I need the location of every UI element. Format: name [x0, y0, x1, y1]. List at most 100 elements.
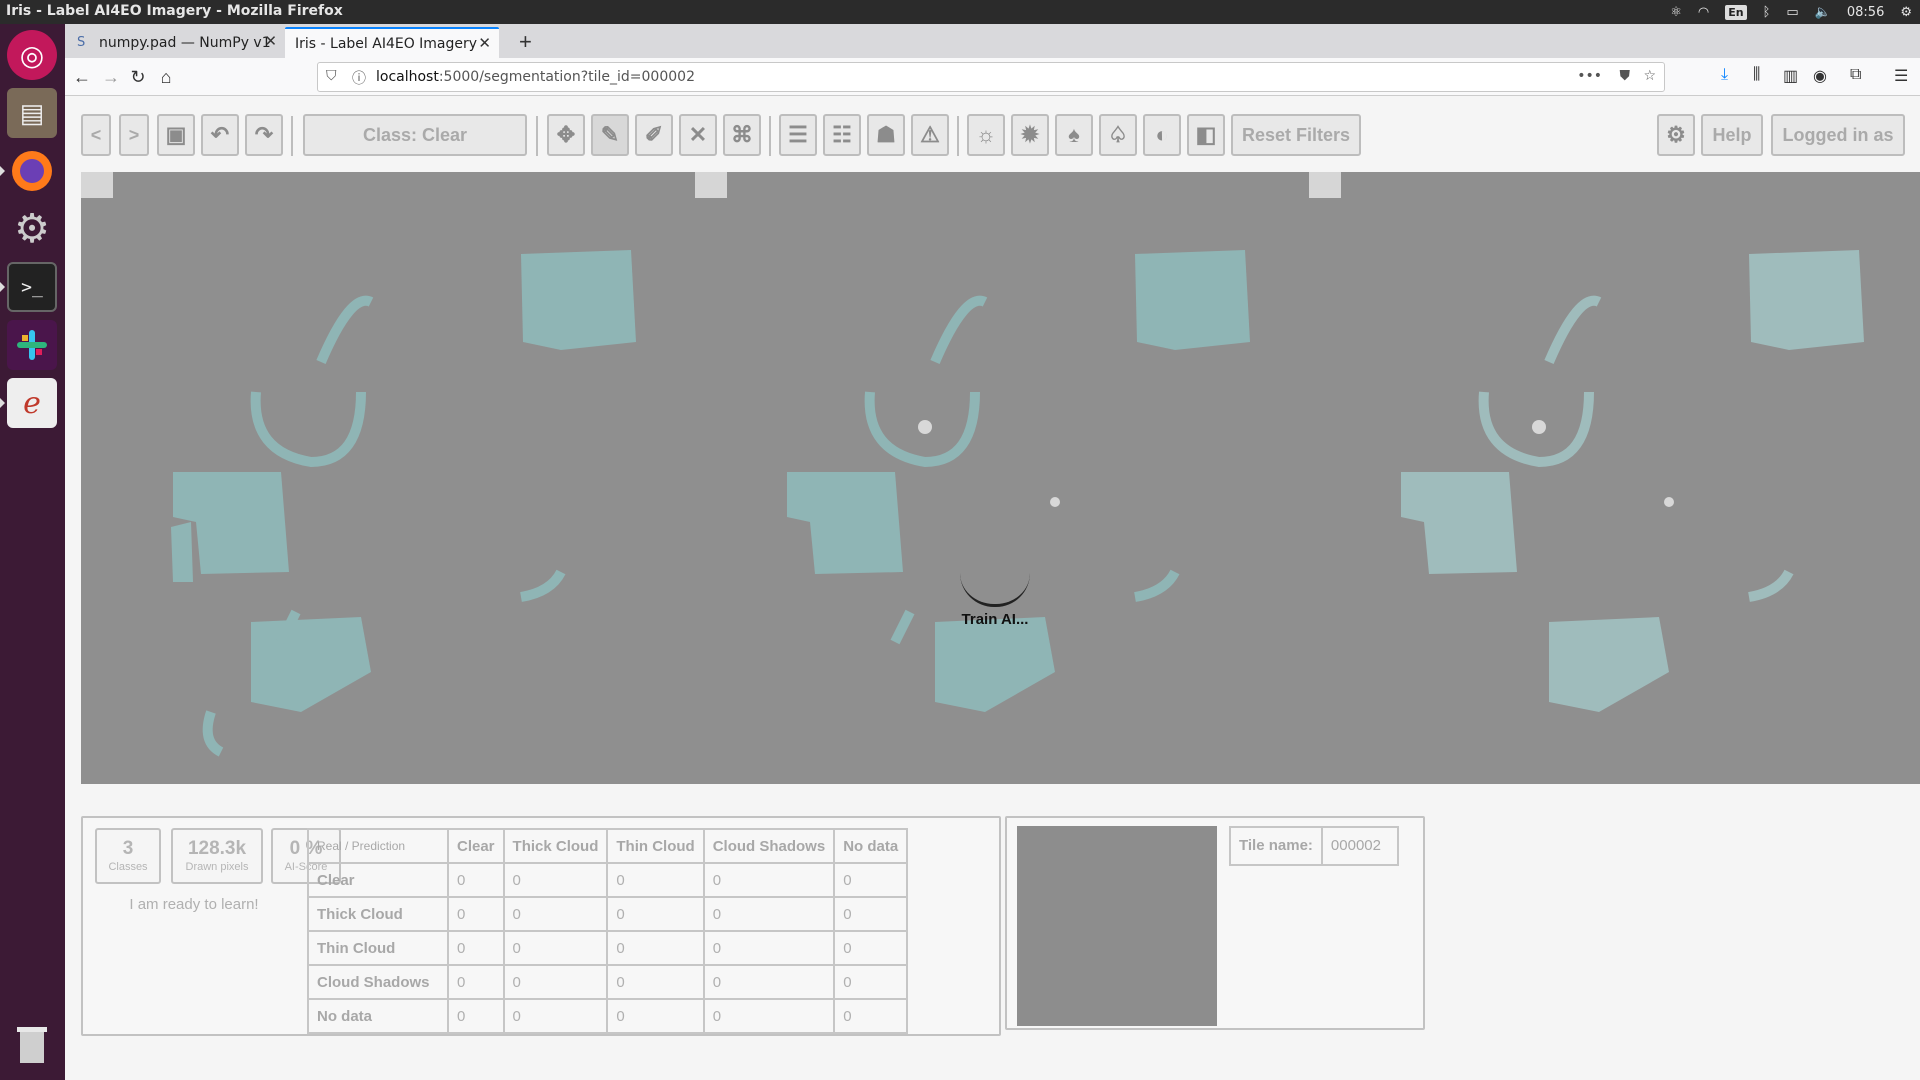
logged-in-button[interactable]: Logged in as	[1771, 114, 1905, 156]
brightness-up-button[interactable]: ✹	[1011, 114, 1049, 156]
close-icon[interactable]: ✕	[264, 32, 277, 50]
trash-icon[interactable]	[7, 1020, 57, 1070]
redo-button[interactable]: ↷	[245, 114, 283, 156]
extensions-icon[interactable]: ⧉	[1850, 66, 1861, 84]
table-cell: 0	[833, 998, 909, 1034]
row-header: Thick Cloud	[307, 896, 449, 932]
info-icon[interactable]: ⓘ	[352, 68, 366, 88]
library-icon[interactable]: ⫼	[1753, 66, 1760, 84]
layers-icon: ☰	[788, 122, 808, 147]
reload-button[interactable]: ↻	[125, 64, 151, 90]
slack-icon[interactable]	[7, 320, 57, 370]
saturation-down-button[interactable]: ♤	[1099, 114, 1137, 156]
save-icon: ▣	[165, 122, 187, 147]
sidebar-icon[interactable]: ▥	[1783, 66, 1798, 86]
battery-icon[interactable]: ▭	[1786, 5, 1798, 20]
eraser-tool-button[interactable]: ✐	[635, 114, 673, 156]
mask-warning-button[interactable]: ⚠	[911, 114, 949, 156]
forward-button[interactable]: →	[98, 64, 124, 90]
next-tile-button[interactable]: >	[119, 114, 149, 156]
clear-mask-button[interactable]: ✕	[679, 114, 717, 156]
clock[interactable]: 08:56	[1847, 5, 1884, 20]
brightness-down-button[interactable]: ☼	[967, 114, 1005, 156]
url-text: localhost:5000/segmentation?tile_id=0000…	[376, 69, 695, 85]
view-middle[interactable]	[695, 172, 1309, 784]
toolbar: < > ▣ ↶ ↷ Class: Clear ✥ ✎ ✐ ✕ ⌘ ☰ ☷ ☗ ⚠…	[81, 114, 1920, 158]
view-left[interactable]	[81, 172, 695, 784]
terminal-icon[interactable]: >_	[7, 262, 57, 312]
mask-user-button[interactable]: ☗	[867, 114, 905, 156]
gear-icon: ⚙	[1666, 122, 1686, 147]
toolbar-divider	[291, 116, 293, 156]
keyboard-layout[interactable]: En	[1725, 4, 1747, 20]
undo-button[interactable]: ↶	[201, 114, 239, 156]
launcher: ◎ ▤ ⚙ >_ ℯ	[0, 24, 65, 1080]
tab-label: numpy.pad — NumPy v1	[99, 34, 271, 51]
pocket-icon[interactable]: ⛊	[1620, 68, 1631, 84]
settings-button[interactable]: ⚙	[1657, 114, 1695, 156]
table-cell: 0	[702, 964, 836, 1000]
table-cell: 0	[447, 930, 505, 966]
contrast-half-icon: ◧	[1195, 122, 1217, 147]
new-tab-button[interactable]: +	[519, 29, 532, 55]
table-row: Thin Cloud 0 0 0 0 0	[307, 930, 909, 966]
bluetooth-icon[interactable]: ᛒ	[1763, 5, 1771, 20]
help-button[interactable]: Help	[1701, 114, 1763, 156]
settings-icon[interactable]: ⚙	[7, 204, 57, 254]
tab-label: Iris - Label AI4EO Imagery	[295, 35, 478, 52]
files-icon[interactable]: ▤	[7, 88, 57, 138]
table-cell: 0	[606, 930, 705, 966]
firefox-icon[interactable]	[7, 146, 57, 196]
shield-icon[interactable]: ⛉	[326, 68, 337, 84]
contrast-down-button[interactable]: ◧	[1187, 114, 1225, 156]
account-icon[interactable]: ◉	[1813, 66, 1827, 86]
saturation-up-button[interactable]: ♠	[1055, 114, 1093, 156]
ubuntu-icon[interactable]: ◎	[7, 30, 57, 80]
wifi-icon[interactable]: ◠	[1698, 5, 1709, 20]
home-button[interactable]: ⌂	[153, 64, 179, 90]
browser-nav-bar: ← → ↻ ⌂ ⛉ ⓘ localhost:5000/segmentation?…	[65, 58, 1920, 96]
more-icon[interactable]: •••	[1577, 68, 1602, 84]
bookmark-star-icon[interactable]: ☆	[1643, 68, 1656, 84]
menu-icon[interactable]: ☰	[1894, 66, 1908, 86]
save-button[interactable]: ▣	[157, 114, 195, 156]
table-cell: 0	[606, 964, 705, 1000]
table-cell: 0	[833, 896, 909, 932]
gear-icon[interactable]: ⚙	[1900, 5, 1912, 20]
column-header: No data	[833, 828, 909, 864]
download-icon[interactable]: ⤓	[1721, 66, 1728, 84]
draw-tool-button[interactable]: ✎	[591, 114, 629, 156]
previous-tile-button[interactable]: <	[81, 114, 111, 156]
table-cell: 0	[833, 862, 909, 898]
tab-iris[interactable]: Iris - Label AI4EO Imagery ✕	[285, 27, 499, 58]
mask-all-button[interactable]: ☷	[823, 114, 861, 156]
table-row: Thick Cloud 0 0 0 0 0	[307, 896, 909, 932]
network-icon[interactable]: ⚛	[1670, 5, 1682, 20]
table-cell: 0	[447, 964, 505, 1000]
window-title: Iris - Label AI4EO Imagery - Mozilla Fir…	[6, 3, 343, 19]
tile-thumbnail[interactable]	[1017, 826, 1217, 1026]
reset-filters-button[interactable]: Reset Filters	[1231, 114, 1361, 156]
iris-app: < > ▣ ↶ ↷ Class: Clear ✥ ✎ ✐ ✕ ⌘ ☰ ☷ ☗ ⚠…	[65, 96, 1920, 1080]
move-tool-button[interactable]: ✥	[547, 114, 585, 156]
class-selector-button[interactable]: Class: Clear	[303, 114, 527, 156]
table-cell: 0	[702, 930, 836, 966]
tile-name-field: Tile name: 000002	[1229, 826, 1399, 866]
back-button[interactable]: ←	[69, 64, 95, 90]
table-cell: 0	[606, 896, 705, 932]
tab-numpy[interactable]: S numpy.pad — NumPy v1 ✕	[67, 27, 285, 58]
volume-icon[interactable]: 🔈	[1815, 5, 1831, 20]
mask-view-button[interactable]: ☰	[779, 114, 817, 156]
ai-predict-button[interactable]: ⌘	[723, 114, 761, 156]
table-cell: 0	[702, 998, 836, 1034]
document-viewer-icon[interactable]: ℯ	[7, 378, 57, 428]
close-icon[interactable]: ✕	[478, 34, 491, 52]
column-header: Thin Cloud	[606, 828, 705, 864]
system-top-bar: Iris - Label AI4EO Imagery - Mozilla Fir…	[0, 0, 1920, 24]
classes-stat: 3 Classes	[95, 828, 161, 884]
view-right[interactable]	[1309, 172, 1920, 784]
url-bar[interactable]: ⛉ ⓘ localhost:5000/segmentation?tile_id=…	[317, 62, 1665, 92]
contrast-up-button[interactable]: ◐	[1143, 114, 1181, 156]
undo-icon: ↶	[210, 122, 230, 147]
mask-overlay	[787, 250, 1250, 712]
